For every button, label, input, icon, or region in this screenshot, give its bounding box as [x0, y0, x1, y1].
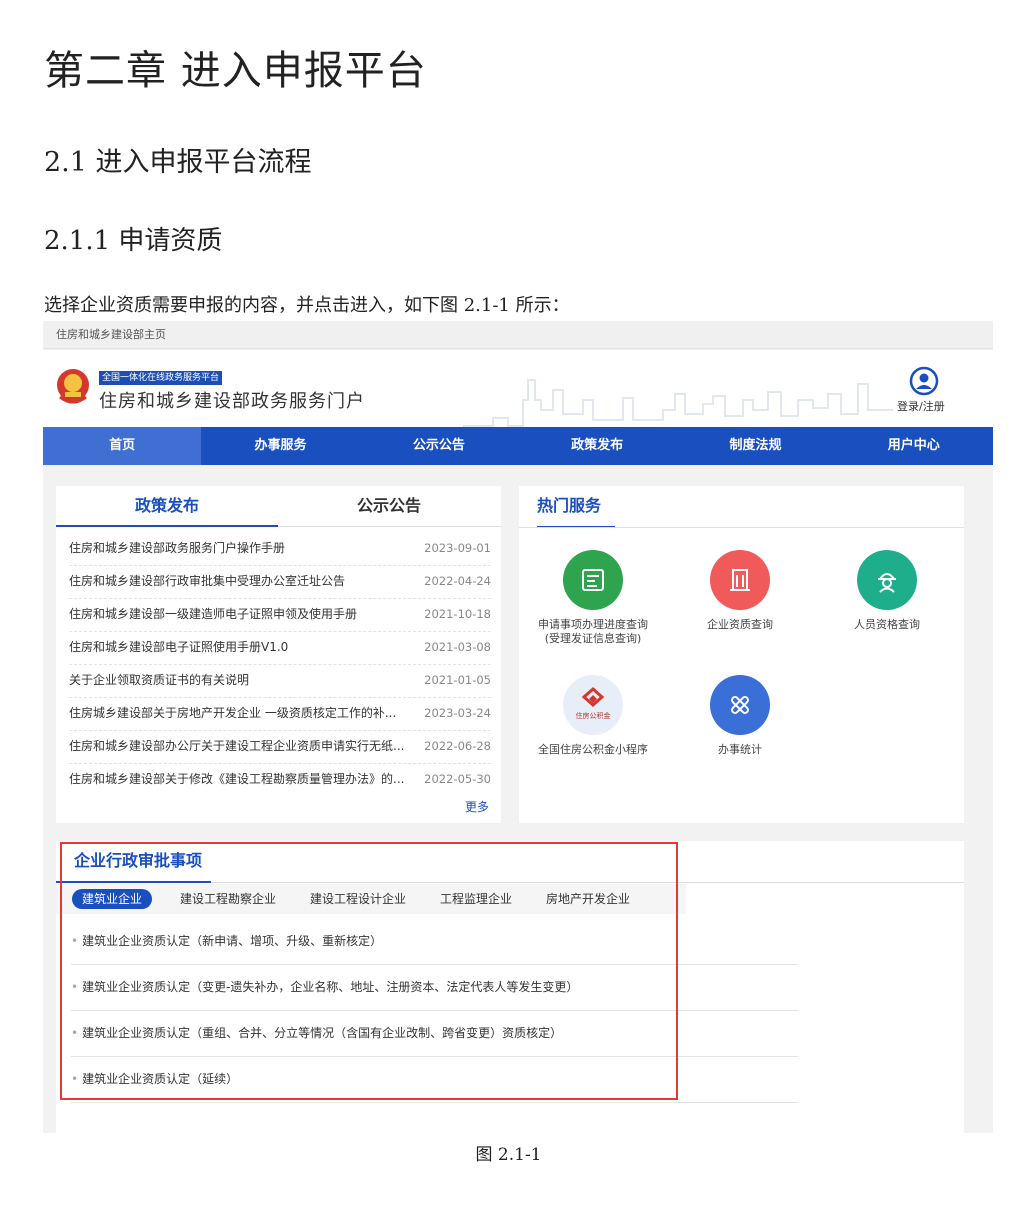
news-title: 住房和城乡建设部行政审批集中受理办公室迁址公告: [69, 574, 346, 588]
portal-screenshot: 住房和城乡建设部主页 全国一体化在线政务服务平台 住房和城乡建设部政务服务门户 …: [43, 321, 993, 1133]
news-date: 2023-03-24: [424, 706, 491, 720]
service-progress-query[interactable]: 申请事项办理进度查询 (受理发证信息查询): [523, 550, 663, 646]
worker-helmet-icon: [857, 550, 917, 610]
platform-tag: 全国一体化在线政务服务平台: [99, 371, 223, 385]
list-item[interactable]: 住房和城乡建设部一级建造师电子证照申领及使用手册 2021-10-18: [69, 598, 491, 632]
nav-user-center[interactable]: 用户中心: [835, 427, 993, 465]
list-item[interactable]: 关于企业领取资质证书的有关说明 2021-01-05: [69, 664, 491, 698]
list-item[interactable]: 住房和城乡建设部电子证照使用手册V1.0 2021-03-08: [69, 631, 491, 665]
list-item[interactable]: 住房城乡建设部关于房地产开发企业 一级资质核定工作的补... 2023-03-2…: [69, 697, 491, 731]
paragraph: 选择企业资质需要申报的内容，并点击进入，如下图 2.1-1 所示：: [44, 295, 570, 316]
city-skyline-icon: [463, 379, 893, 427]
service-housing-fund[interactable]: 住房公积金 全国住房公积金小程序: [523, 675, 663, 757]
subsection-title: 2.1.1 申请资质: [44, 226, 223, 256]
service-label: 办事统计: [718, 743, 762, 756]
list-item[interactable]: 住房和城乡建设部政务服务门户操作手册 2023-09-01: [69, 532, 491, 566]
news-title: 住房和城乡建设部关于修改《建设工程勘察质量管理办法》的...: [69, 772, 405, 786]
nav-services[interactable]: 办事服务: [201, 427, 359, 465]
service-label: 企业资质查询: [707, 618, 773, 631]
service-label: 申请事项办理进度查询: [538, 618, 648, 631]
user-avatar-icon[interactable]: [909, 366, 939, 396]
portal-title[interactable]: 住房和城乡建设部政务服务门户: [99, 387, 365, 413]
tab-announcements[interactable]: 公示公告: [278, 486, 500, 526]
building-icon: [710, 550, 770, 610]
tools-icon: [710, 675, 770, 735]
hot-services-panel: 热门服务 申请事项办理进度查询 (受理发证信息查询) 企业资质查询 人员资格查询…: [519, 486, 964, 823]
housing-fund-logo-text: 住房公积金: [576, 711, 611, 720]
news-title: 住房和城乡建设部一级建造师电子证照申领及使用手册: [69, 607, 358, 621]
policy-panel: 政策发布 公示公告 住房和城乡建设部政务服务门户操作手册 2023-09-01 …: [56, 486, 501, 823]
main-nav: 首页 办事服务 公示公告 政策发布 制度法规 用户中心: [43, 427, 993, 465]
nav-announcements[interactable]: 公示公告: [360, 427, 518, 465]
news-title: 住房和城乡建设部电子证照使用手册V1.0: [69, 640, 289, 654]
list-item[interactable]: 住房和城乡建设部办公厅关于建设工程企业资质申请实行无纸... 2022-06-2…: [69, 730, 491, 764]
service-company-qualification[interactable]: 企业资质查询: [670, 550, 810, 632]
national-emblem-icon: [57, 369, 89, 404]
nav-policy[interactable]: 政策发布: [518, 427, 676, 465]
login-register-link[interactable]: 登录/注册: [897, 398, 945, 414]
news-title: 住房和城乡建设部办公厅关于建设工程企业资质申请实行无纸...: [69, 739, 405, 753]
news-date: 2022-05-30: [424, 772, 491, 786]
news-title: 住房和城乡建设部政务服务门户操作手册: [69, 541, 286, 555]
news-title: 关于企业领取资质证书的有关说明: [69, 673, 250, 687]
section-title: 2.1 进入申报平台流程: [44, 147, 312, 178]
chapter-title: 第二章 进入申报平台: [44, 48, 427, 94]
nav-regulations[interactable]: 制度法规: [676, 427, 834, 465]
news-date: 2021-01-05: [424, 673, 491, 687]
tab-policy[interactable]: 政策发布: [56, 486, 278, 527]
service-statistics[interactable]: 办事统计: [670, 675, 810, 757]
top-link[interactable]: 住房和城乡建设部主页: [43, 321, 993, 349]
portal-header: 全国一体化在线政务服务平台 住房和城乡建设部政务服务门户 登录/注册: [43, 350, 993, 427]
figure-caption: 图 2.1-1: [475, 1145, 542, 1165]
news-date: 2021-10-18: [424, 607, 491, 621]
nav-home[interactable]: 首页: [43, 427, 202, 465]
news-title: 住房城乡建设部关于房地产开发企业 一级资质核定工作的补...: [69, 706, 397, 720]
housing-fund-logo-icon: 住房公积金: [563, 675, 623, 735]
service-sublabel: (受理发证信息查询): [544, 632, 642, 645]
service-personnel-qualification[interactable]: 人员资格查询: [817, 550, 957, 632]
highlight-box: [60, 842, 678, 1100]
news-date: 2022-04-24: [424, 574, 491, 588]
list-item[interactable]: 住房和城乡建设部行政审批集中受理办公室迁址公告 2022-04-24: [69, 565, 491, 599]
news-date: 2021-03-08: [424, 640, 491, 654]
news-date: 2022-06-28: [424, 739, 491, 753]
hot-services-title: 热门服务: [537, 486, 615, 528]
more-link[interactable]: 更多: [465, 798, 489, 815]
list-item[interactable]: 住房和城乡建设部关于修改《建设工程勘察质量管理办法》的... 2022-05-3…: [69, 763, 491, 796]
policy-tabs: 政策发布 公示公告: [56, 486, 501, 527]
news-date: 2023-09-01: [424, 541, 491, 555]
service-label: 人员资格查询: [854, 618, 920, 631]
document-progress-icon: [563, 550, 623, 610]
service-label: 全国住房公积金小程序: [538, 743, 648, 756]
